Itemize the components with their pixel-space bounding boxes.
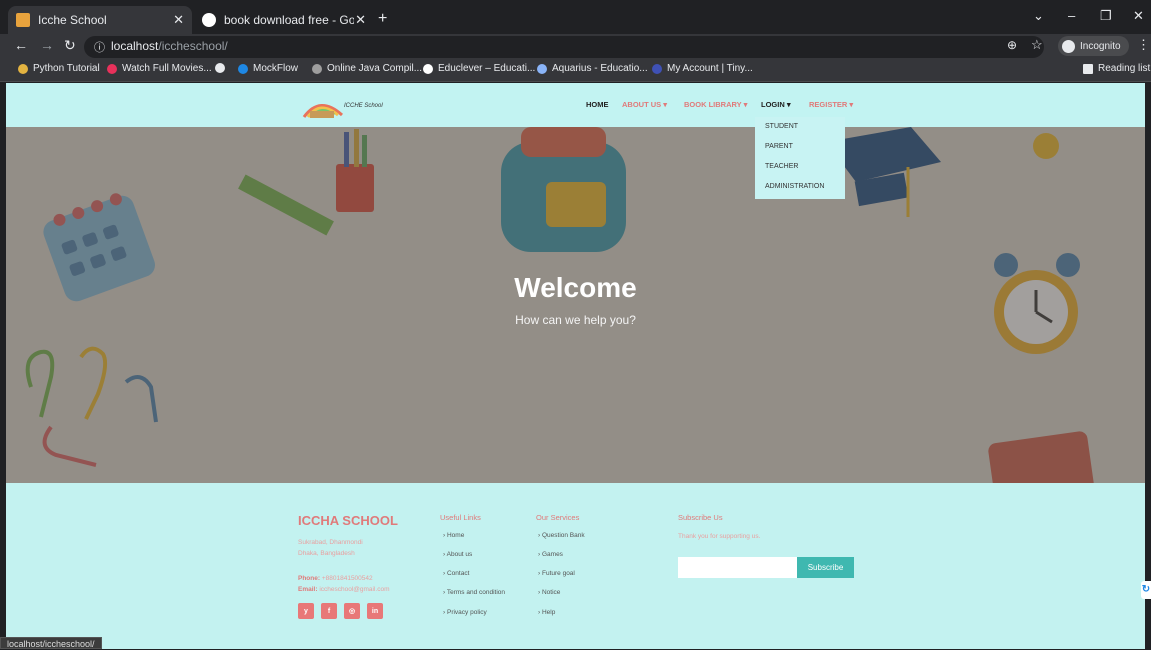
close-tab-icon[interactable]: ✕ [173,12,184,28]
nav-register[interactable]: REGISTER ▾ [809,100,853,109]
menu-item-administration[interactable]: ADMINISTRATION [765,183,824,190]
bookmark-python-tutorial[interactable]: Python Tutorial [18,63,100,74]
zoom-icon[interactable]: ⊕ [1007,38,1017,52]
google-favicon-icon [202,13,216,27]
tiny-favicon-icon [652,63,662,74]
footer-phone: Phone: +8801841500542 [298,575,373,582]
footer-service-question-bank[interactable]: › Question Bank [538,532,585,539]
footer-link-about[interactable]: › About us [443,551,472,558]
tab-title: book download free - Google Se [224,13,354,27]
close-window-button[interactable]: ✕ [1133,8,1144,24]
close-tab-icon[interactable]: ✕ [355,12,366,28]
subscribe-button[interactable]: Subscribe [797,557,854,578]
school-favicon-icon [16,13,30,27]
side-widget-icon[interactable]: ↻ [1141,581,1151,599]
java-favicon-icon [312,63,322,74]
reload-icon[interactable]: ↻ [64,37,76,54]
bookmark-watch-movies[interactable]: Watch Full Movies... [107,63,212,74]
tab-icche-school[interactable]: Icche School ✕ [8,6,192,34]
tab-google-search[interactable]: book download free - Google Se ✕ [194,6,374,34]
footer-address-line2: Dhaka, Bangladesh [298,550,355,557]
nav-about-us[interactable]: ABOUT US ▾ [622,100,667,109]
subscribe-heading: Subscribe Us [678,513,723,522]
incognito-badge[interactable]: Incognito [1058,36,1129,56]
footer-link-terms[interactable]: › Terms and condition [443,589,505,596]
page-scrollbar[interactable] [1145,83,1151,649]
menu-item-student[interactable]: STUDENT [765,123,798,130]
nav-home[interactable]: HOME [586,100,609,109]
status-bar-url: localhost/iccheschool/ [0,637,102,649]
web-page: ICCHE School HOME ABOUT US ▾ BOOK LIBRAR… [6,83,1145,649]
new-tab-button[interactable]: + [378,10,387,28]
bookmark-java-compiler[interactable]: Online Java Compil... [312,63,422,74]
footer-service-notice[interactable]: › Notice [538,589,560,596]
menu-kebab-icon[interactable]: ⋮ [1137,37,1150,53]
facebook-icon[interactable]: f [321,603,337,619]
nav-book-library[interactable]: BOOK LIBRARY ▾ [684,100,747,109]
tab-search-icon[interactable]: ⌄ [1033,8,1044,24]
bookmark-globe[interactable] [215,63,230,73]
globe-icon [215,63,225,73]
login-dropdown-menu: STUDENT PARENT TEACHER ADMINISTRATION [755,117,845,199]
linkedin-icon[interactable]: in [367,603,383,619]
footer-address-line1: Sukrabad, Dhanmondi [298,539,363,546]
bookmark-my-account[interactable]: My Account | Tiny... [652,63,753,74]
mockflow-favicon-icon [238,63,248,74]
educlever-favicon-icon [423,63,433,74]
twitter-icon[interactable]: y [298,603,314,619]
reading-list-button[interactable]: Reading list [1083,63,1150,74]
footer-link-contact[interactable]: › Contact [443,570,469,577]
menu-item-parent[interactable]: PARENT [765,143,793,150]
tab-title: Icche School [38,13,107,27]
subscribe-text: Thank you for supporting us. [678,533,761,540]
incognito-label: Incognito [1080,40,1121,52]
footer-email: Email: iccheschool@gmail.com [298,586,390,593]
hero-overlay [6,127,1145,483]
url-text: localhost/iccheschool/ [111,39,228,53]
footer-service-help[interactable]: › Help [538,609,555,616]
reading-list-icon [1083,63,1093,74]
instagram-icon[interactable]: ◎ [344,603,360,619]
forward-icon[interactable]: → [40,37,54,53]
play-favicon-icon [107,63,117,74]
footer-service-future-goal[interactable]: › Future goal [538,570,575,577]
footer-brand: ICCHA SCHOOL [298,513,398,528]
footer-service-games[interactable]: › Games [538,551,563,558]
bookmark-mockflow[interactable]: MockFlow [238,63,298,74]
logo-text[interactable]: ICCHE School [344,103,383,109]
hero-section: Welcome How can we help you? [6,127,1145,483]
useful-links-heading: Useful Links [440,513,481,522]
nav-login[interactable]: LOGIN ▾ [761,100,791,109]
footer-link-privacy[interactable]: › Privacy policy [443,609,487,616]
bookmark-aquarius[interactable]: Aquarius - Educatio... [537,63,648,74]
site-navbar [6,83,1145,127]
maximize-button[interactable]: ❐ [1100,8,1112,24]
footer-link-home[interactable]: › Home [443,532,464,539]
hero-subtitle: How can we help you? [515,313,636,327]
bookmark-educlever[interactable]: Educlever – Educati... [423,63,535,74]
incognito-icon [1062,39,1075,53]
bookmark-favicon-icon [18,63,28,74]
subscribe-email-input[interactable] [678,557,797,578]
minimize-button[interactable]: – [1068,8,1075,23]
site-footer: ICCHA SCHOOL Sukrabad, Dhanmondi Dhaka, … [6,483,1145,649]
hero-title: Welcome [514,272,637,303]
menu-item-teacher[interactable]: TEACHER [765,163,798,170]
aquarius-favicon-icon [537,63,547,74]
bookmark-star-icon[interactable]: ☆ [1031,37,1043,53]
services-heading: Our Services [536,513,580,522]
address-bar[interactable] [84,36,1044,58]
back-icon[interactable]: ← [14,37,28,53]
info-icon[interactable]: ⓘ [94,39,105,55]
